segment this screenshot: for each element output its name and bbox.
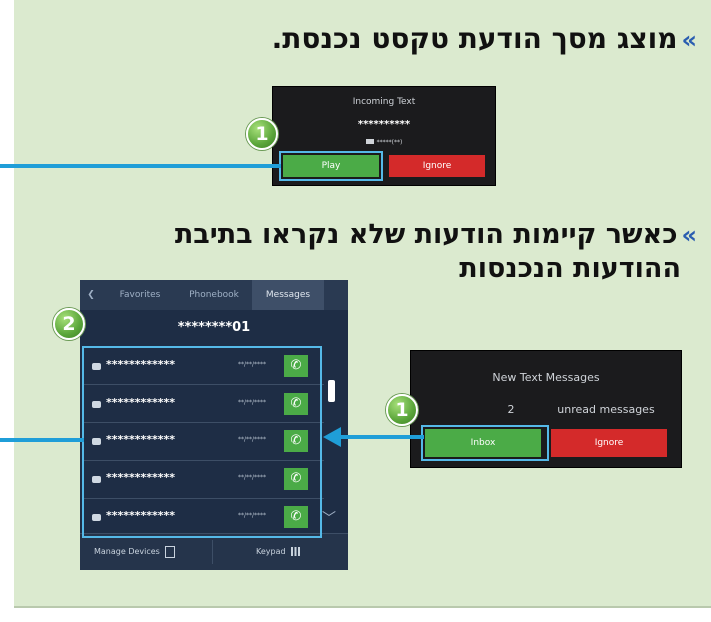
callout-line-middle	[340, 435, 424, 439]
callout-line-left	[0, 438, 84, 442]
messages-list-highlight	[82, 346, 322, 538]
keypad-button[interactable]: Keypad	[256, 534, 301, 570]
device-icon	[165, 545, 176, 558]
step-2-badge: 2	[53, 308, 85, 340]
incoming-text-title: Incoming Text	[352, 97, 416, 107]
step-1-badge: 1	[386, 394, 418, 426]
tab-phonebook[interactable]: Phonebook	[178, 280, 250, 310]
ignore-button[interactable]: Ignore	[389, 155, 485, 177]
heading-text: מוצג מסך הודעת טקסט נכנסת.	[271, 22, 678, 55]
inbox-button-highlight	[421, 425, 549, 461]
tab-messages[interactable]: Messages	[252, 280, 324, 310]
keypad-icon	[291, 547, 301, 556]
callout-line-top	[0, 164, 281, 168]
unread-count: 2	[507, 403, 515, 416]
sender-number: *****(**)	[273, 139, 495, 146]
back-icon[interactable]: ❮	[80, 280, 102, 310]
step-1-badge: 1	[246, 118, 278, 150]
callout-arrow-icon	[323, 427, 341, 447]
chevron-icon: »	[681, 26, 697, 54]
heading-incoming-text: »מוצג מסך הודעת טקסט נכנסת.	[272, 22, 697, 55]
play-button-highlight	[279, 151, 383, 181]
bottom-bar: Manage Devices Keypad	[80, 533, 348, 570]
bottom-divider	[212, 540, 213, 564]
chevron-icon: »	[681, 221, 697, 249]
sender-masked: **********	[357, 119, 411, 130]
scroll-down-icon[interactable]: ﹀	[322, 508, 336, 528]
unread-label: unread messages	[557, 403, 655, 416]
tab-favorites[interactable]: Favorites	[104, 280, 176, 310]
message-icon	[365, 139, 374, 144]
contact-name: ********01	[177, 320, 251, 335]
heading-unread-messages: »כאשר קיימות הודעות שלא נקראו בתיבת ההוד…	[175, 218, 697, 285]
ignore-button[interactable]: Ignore	[551, 429, 667, 457]
scrollbar-thumb[interactable]	[328, 380, 335, 402]
heading-line-1: כאשר קיימות הודעות שלא נקראו בתיבת	[174, 219, 678, 250]
tab-bar: ❮ Favorites Phonebook Messages	[80, 280, 348, 310]
manage-devices-button[interactable]: Manage Devices	[94, 534, 176, 570]
new-messages-title: New Text Messages	[492, 371, 600, 384]
